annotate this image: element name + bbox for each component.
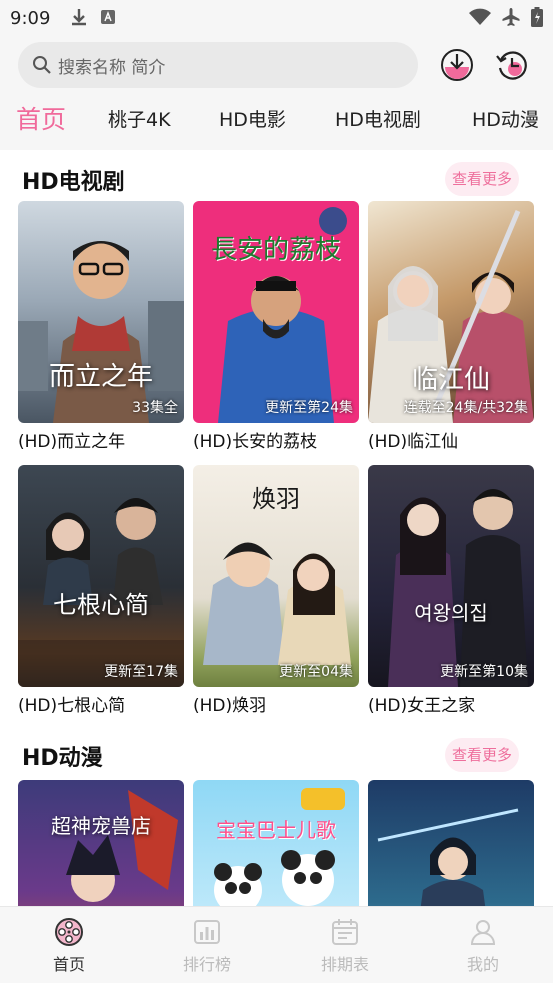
nav-profile[interactable]: 我的 — [443, 917, 523, 975]
film-reel-icon — [55, 918, 83, 946]
nav-label: 排行榜 — [182, 955, 231, 974]
poster-art — [388, 489, 528, 687]
poster-title-text: 焕羽 — [252, 485, 300, 513]
view-more-button[interactable]: 查看更多 — [445, 738, 519, 772]
download-icon — [441, 49, 473, 81]
poster-image[interactable]: 超神宠兽店 — [18, 780, 184, 906]
poster-image[interactable]: 七根心简 更新至17集 — [18, 465, 184, 687]
poster-art — [18, 498, 184, 687]
list-item[interactable]: 宝宝巴士儿歌 — [193, 780, 359, 906]
item-caption[interactable]: (HD)焕羽 — [193, 691, 359, 716]
list-item[interactable]: 超神宠兽店 — [18, 780, 184, 906]
wifi-icon — [469, 8, 491, 25]
poster-image[interactable]: 而立之年 33集全 — [18, 201, 184, 423]
calendar-icon — [332, 919, 358, 945]
list-item[interactable]: 而立之年 33集全 (HD)而立之年 — [18, 201, 184, 452]
poster-title-text: 超神宠兽店 — [51, 814, 151, 838]
episode-badge: 连载至24集/共32集 — [403, 400, 528, 416]
episode-badge: 33集全 — [132, 400, 178, 416]
list-item[interactable]: 焕羽 更新至04集 (HD)焕羽 — [193, 465, 359, 716]
item-caption[interactable]: (HD)长安的荔枝 — [193, 427, 359, 452]
status-time: 9:09 — [10, 8, 51, 29]
tab-hd-movie[interactable]: HD电影 — [219, 96, 286, 144]
section-title: HD电视剧 — [22, 170, 125, 195]
nav-ranking[interactable]: 排行榜 — [167, 917, 247, 975]
list-item[interactable] — [368, 780, 534, 906]
section-header-hd-anime: HD动漫 查看更多 — [0, 732, 553, 782]
poster-art — [214, 788, 345, 906]
history-button[interactable] — [495, 48, 529, 82]
download-button[interactable] — [440, 48, 474, 82]
episode-badge: 更新至第10集 — [440, 664, 528, 680]
nav-label: 首页 — [52, 955, 85, 974]
search-placeholder: 搜索名称 简介 — [58, 57, 166, 78]
tab-home[interactable]: 首页 — [16, 96, 66, 144]
app-notification-icon — [101, 10, 115, 24]
list-item[interactable]: 여왕의집 更新至第10集 (HD)女王之家 — [368, 465, 534, 716]
top-header: 搜索名称 简介 首页 桃子4K HD电影 HD电视剧 HD动漫 — [0, 38, 553, 150]
poster-title-text: 여왕의집 — [414, 601, 488, 625]
poster-image[interactable]: 临江仙 连载至24集/共32集 — [368, 201, 534, 423]
poster-title-text: 而立之年 — [48, 362, 153, 392]
poster-art — [377, 808, 519, 906]
list-item[interactable]: 七根心简 更新至17集 (HD)七根心简 — [18, 465, 184, 716]
nav-label: 我的 — [466, 955, 499, 974]
nav-home[interactable]: 首页 — [29, 917, 109, 975]
tab-hd-anime[interactable]: HD动漫 — [472, 96, 539, 144]
episode-badge: 更新至第24集 — [265, 400, 353, 416]
nav-label: 排期表 — [320, 955, 369, 974]
item-caption[interactable]: (HD)七根心简 — [18, 691, 184, 716]
tab-hd-tv[interactable]: HD电视剧 — [335, 96, 421, 144]
person-icon — [470, 920, 496, 945]
search-input[interactable]: 搜索名称 简介 — [18, 42, 418, 88]
list-item[interactable]: 長安的荔枝 更新至第24集 (HD)长安的荔枝 — [193, 201, 359, 452]
status-bar: 9:09 — [0, 0, 553, 38]
poster-image[interactable] — [368, 780, 534, 906]
section-title: HD动漫 — [22, 746, 103, 771]
poster-image[interactable]: 여왕의집 更新至第10集 — [368, 465, 534, 687]
poster-image[interactable]: 宝宝巴士儿歌 — [193, 780, 359, 906]
poster-image[interactable]: 焕羽 更新至04集 — [193, 465, 359, 687]
tab-taozi-4k[interactable]: 桃子4K — [108, 96, 171, 144]
episode-badge: 更新至17集 — [104, 664, 178, 680]
poster-title-text: 临江仙 — [411, 365, 490, 395]
item-caption[interactable]: (HD)女王之家 — [368, 691, 534, 716]
item-caption[interactable]: (HD)而立之年 — [18, 427, 184, 452]
list-item[interactable]: 临江仙 连载至24集/共32集 (HD)临江仙 — [368, 201, 534, 452]
download-status-icon — [72, 9, 86, 26]
battery-icon — [531, 7, 543, 27]
item-caption[interactable]: (HD)临江仙 — [368, 427, 534, 452]
view-more-button[interactable]: 查看更多 — [445, 162, 519, 196]
poster-title-text: 長安的荔枝 — [210, 235, 341, 265]
nav-schedule[interactable]: 排期表 — [305, 917, 385, 975]
poster-art — [66, 790, 178, 902]
poster-title-text: 七根心简 — [53, 591, 149, 619]
search-icon — [33, 56, 51, 74]
airplane-mode-icon — [502, 8, 520, 26]
episode-badge: 更新至04集 — [279, 664, 353, 680]
content-scroll[interactable]: HD电视剧 查看更多 而立之年 33集全 (HD)而立之年 長安的荔枝 更新至第… — [0, 150, 553, 906]
poster-title-text: 宝宝巴士儿歌 — [216, 818, 336, 842]
bottom-nav: 首页 排行榜 排期表 我的 — [0, 906, 553, 983]
category-tabs: 首页 桃子4K HD电影 HD电视剧 HD动漫 — [0, 96, 553, 144]
poster-image[interactable]: 長安的荔枝 更新至第24集 — [193, 201, 359, 423]
chart-icon — [194, 920, 220, 944]
history-icon — [496, 51, 527, 80]
section-header-hd-tv: HD电视剧 查看更多 — [0, 156, 553, 206]
